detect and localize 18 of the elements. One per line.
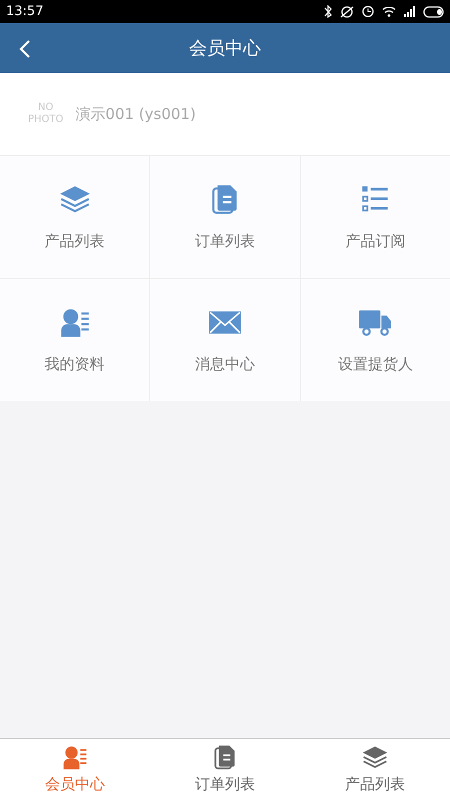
menu-tile[interactable]: 订单列表 (150, 156, 300, 278)
tab[interactable]: 订单列表 (150, 739, 300, 800)
battery-icon (423, 6, 444, 18)
menu-tile[interactable]: 消息中心 (150, 279, 300, 401)
member-name: 演示001 (ys001) (75, 104, 196, 125)
tab[interactable]: 产品列表 (300, 739, 450, 800)
status-time: 13:57 (6, 2, 44, 21)
menu-tile[interactable]: 产品列表 (0, 156, 150, 278)
menu-tile[interactable]: 设置提货人 (300, 279, 450, 401)
menu-tile[interactable]: 我的资料 (0, 279, 150, 401)
page-title: 会员中心 (189, 36, 261, 60)
mute-icon (340, 4, 354, 18)
wifi-icon (382, 6, 396, 16)
menu-tile[interactable]: 产品订阅 (300, 156, 450, 278)
tab[interactable]: 会员中心 (0, 739, 150, 800)
bluetooth-icon (324, 4, 332, 18)
alarm-icon (362, 5, 374, 18)
signal-icon (404, 6, 415, 17)
